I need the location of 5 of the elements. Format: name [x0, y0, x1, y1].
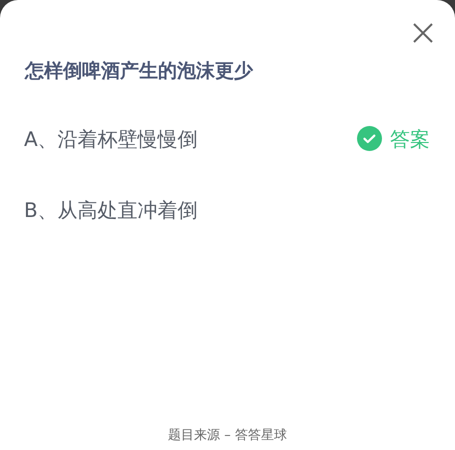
question-title: 怎样倒啤酒产生的泡沫更少: [25, 59, 253, 84]
option-text[interactable]: B、从高处直冲着倒: [24, 194, 198, 224]
option-text[interactable]: A、沿着杯壁慢慢倒: [24, 124, 198, 154]
answer-label: 答案: [390, 126, 430, 152]
source-text: 题目来源 – 答答星球: [168, 428, 287, 443]
